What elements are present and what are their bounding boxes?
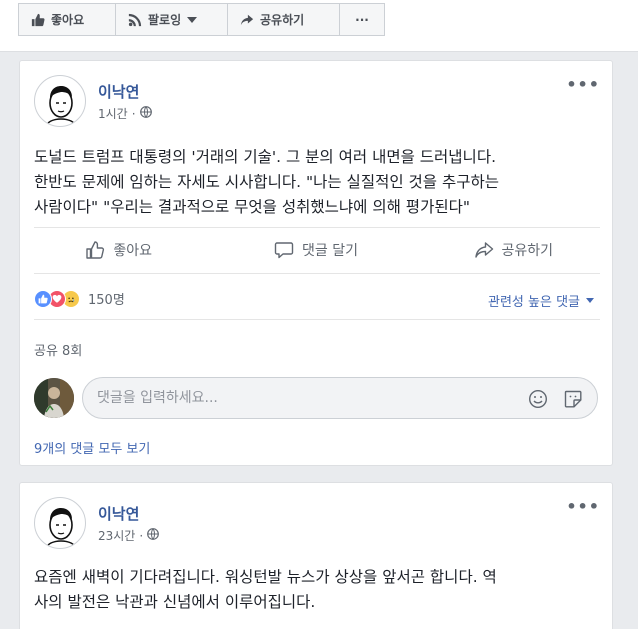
author-avatar[interactable] [34,75,86,127]
post-text-line: 사람이다" "우리는 결과적으로 무엇을 성취했느냐에 의해 평가된다" [34,198,470,216]
comment-button[interactable]: 댓글 달기 [217,231,414,269]
reactions-summary[interactable]: 150명 [34,289,125,308]
post-text-line: 도널드 트럼프 대통령의 '거래의 기술'. 그 분의 여러 내면을 드러냅니다… [34,148,497,166]
post-card: 이낙연 23시간 · ••• 요즘엔 새벽이 기다려집니다. 워싱턴발 뉴스가 … [19,482,613,629]
author-name-link[interactable]: 이낙연 [98,503,139,524]
post-meta: 23시간 · [98,527,160,544]
divider [34,273,600,274]
chevron-down-icon [586,298,594,303]
separator-dot: · [139,528,144,543]
post-timestamp[interactable]: 1시간 [98,105,128,122]
divider [34,319,600,320]
post-text: 도널드 트럼프 대통령의 '거래의 기술'. 그 분의 여러 내면을 드러냅니다… [34,145,604,220]
page-like-label: 좋아요 [51,13,85,27]
post-options-icon[interactable]: ••• [566,75,600,94]
post-meta: 1시간 · [98,105,152,122]
page-share-label: 공유하기 [260,13,305,27]
share-count[interactable]: 공유 8회 [34,340,82,359]
author-avatar[interactable] [34,497,86,549]
share-arrow-icon [240,13,254,27]
view-all-comments-link[interactable]: 9개의 댓글 모두 보기 [34,438,150,457]
like-button[interactable]: 좋아요 [20,231,217,269]
comment-input-box[interactable] [82,377,598,419]
thumbs-up-icon [31,13,45,27]
post-text-line: 한반도 문제에 임하는 자세도 시사합니다. "나는 실질적인 것을 추구하는 [34,173,500,191]
separator-dot: · [131,106,136,121]
post-card: 이낙연 1시간 · ••• 도널드 트럼프 대통령의 '거래의 기술'. 그 분… [19,60,613,466]
author-name-link[interactable]: 이낙연 [98,81,139,102]
post-text: 요즘엔 새벽이 기다려집니다. 워싱턴발 뉴스가 상상을 앞서곤 합니다. 역 … [34,565,604,615]
globe-icon[interactable] [139,106,152,121]
page-follow-button[interactable]: 팔로잉 [115,3,228,36]
comment-input[interactable] [97,378,497,418]
like-reaction-icon [34,289,52,308]
reaction-count[interactable]: 150명 [88,289,125,308]
comment-sort-label: 관련성 높은 댓글 [488,295,580,310]
more-dots-icon: ··· [355,12,369,27]
page-more-button[interactable]: ··· [339,3,385,36]
post-timestamp[interactable]: 23시간 [98,527,135,544]
chevron-down-icon [187,16,198,23]
rss-feed-icon [128,13,142,27]
user-avatar[interactable] [34,378,74,418]
share-label: 공유하기 [501,243,554,259]
page-share-button[interactable]: 공유하기 [227,3,340,36]
globe-icon[interactable] [147,528,160,543]
like-label: 좋아요 [113,243,152,259]
comment-label: 댓글 달기 [302,243,358,259]
sticker-icon[interactable] [563,389,583,409]
emoji-icon[interactable] [528,389,548,409]
comment-sort-dropdown[interactable]: 관련성 높은 댓글 [488,291,594,310]
divider [34,227,600,228]
post-options-icon[interactable]: ••• [566,497,600,516]
page-follow-label: 팔로잉 [148,13,182,27]
page-like-button[interactable]: 좋아요 [18,3,116,36]
speech-bubble-icon [274,240,294,260]
post-text-line: 요즘엔 새벽이 기다려집니다. 워싱턴발 뉴스가 상상을 앞서곤 합니다. 역 [34,568,497,586]
post-action-bar: 좋아요 댓글 달기 공유하기 [20,231,612,269]
page-action-bar: 좋아요 팔로잉 공유하기 ··· [0,0,638,52]
share-button[interactable]: 공유하기 [415,231,612,269]
thumbs-up-icon [85,240,105,260]
share-arrow-icon [474,240,494,260]
post-text-line: 사의 발전은 낙관과 신념에서 이루어집니다. [34,593,316,611]
